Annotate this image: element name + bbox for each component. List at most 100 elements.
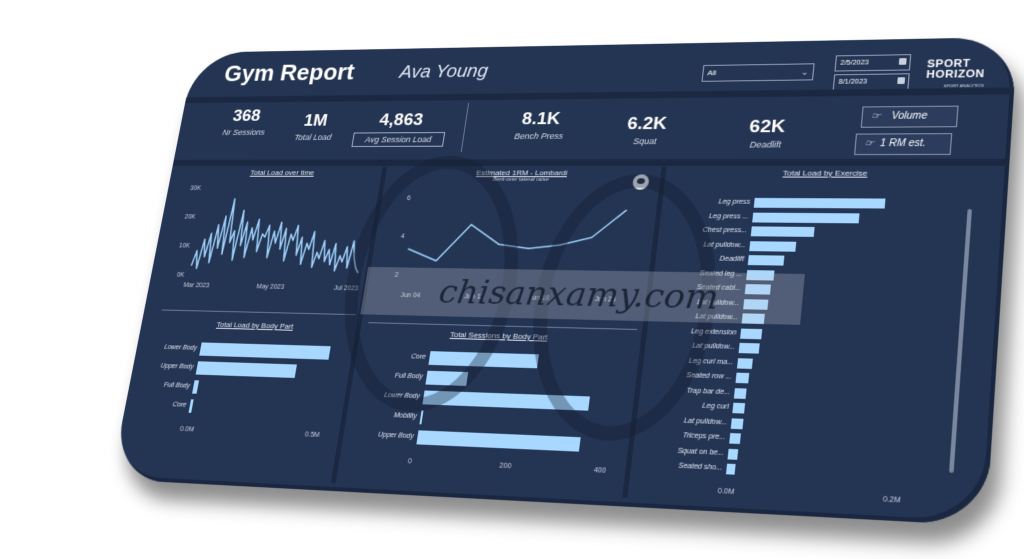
bar[interactable] [747, 255, 785, 266]
date-from-input[interactable]: 2/5/2023 [834, 54, 912, 72]
bar-row[interactable]: Deadlift [665, 254, 953, 268]
date-from-value: 2/5/2023 [840, 59, 870, 67]
bar[interactable] [416, 430, 581, 452]
bar[interactable] [744, 284, 771, 295]
bar-row[interactable]: Lat pulldow... [660, 297, 950, 313]
bar[interactable] [428, 351, 540, 369]
header: Gym Report Ava Young All ⌄ 2/5/2023 8/1/… [212, 43, 1017, 95]
bar-row[interactable]: Full Body [359, 369, 632, 392]
bar-row[interactable]: Core [362, 349, 634, 371]
kpi-divider [460, 102, 470, 153]
user-name: Ava Young [398, 61, 490, 83]
bar[interactable] [732, 402, 745, 414]
bar[interactable] [729, 433, 741, 444]
bar-label: Upper Body [159, 362, 195, 371]
volume-toggle-button[interactable]: ☞ Volume [860, 105, 959, 128]
total-load-over-time-panel: Total Load over time 0K 10K 20K 30K Mar 2023… [163, 169, 380, 309]
bar-label: Deadlift [719, 255, 745, 264]
kpi-squat: 6.2K Squat [605, 114, 688, 146]
total-load-by-exercise-panel: Total Load by Exercise Leg press Leg pres… [638, 169, 982, 518]
y-tick-label: 10K [178, 243, 190, 250]
kpi-value: 4,863 [377, 110, 425, 130]
bar-label: Squat on be... [677, 447, 725, 457]
total-load-by-body-part-chart[interactable]: Lower Body Upper Body Full Body Core 0.0M 0.5… [132, 332, 352, 475]
bar[interactable] [740, 328, 763, 339]
bar[interactable] [188, 399, 194, 413]
bar-label: Seated sho... [677, 462, 723, 472]
kpi-label: Deadlift [749, 139, 782, 150]
bar-label: Lat pulldow... [691, 342, 736, 351]
x-tick-label: Jun 25 [594, 296, 616, 304]
page-title: Gym Report [222, 58, 357, 87]
bar-label: Leg extension [690, 327, 737, 337]
kpi-sessions: 368 Nr Sessions [213, 107, 279, 137]
bar[interactable] [725, 463, 736, 475]
bar-row[interactable]: Seated leg ... [664, 268, 952, 283]
bar-row[interactable]: Lower Body [153, 341, 350, 360]
kpi-value: 6.2K [625, 113, 669, 134]
bar-row[interactable]: Upper Body [150, 360, 348, 380]
total-load-over-time-chart[interactable]: 0K 10K 20K 30K Mar 2023 May 2023 Jul 2023 [164, 177, 378, 304]
series-line [191, 199, 370, 273]
y-tick-label: 6 [406, 195, 411, 202]
bar[interactable] [741, 313, 765, 325]
total-sessions-by-body-part-chart[interactable]: Core Full Body Lower Body Mobility Upper Bod… [342, 341, 635, 498]
bar[interactable] [749, 240, 796, 252]
bar-row[interactable]: Full Body [146, 379, 344, 400]
bar-row[interactable]: Lat pulldow... [667, 240, 954, 253]
sport-horizon-logo: SPORT HORIZON SPORT ANALYTICS [925, 58, 986, 92]
bar-row[interactable]: Lat pulldow... [659, 311, 949, 328]
bar[interactable] [195, 361, 298, 378]
bar-label: Trap bar de... [686, 387, 731, 396]
kpi-label: Total Load [293, 132, 333, 142]
total-load-by-exercise-chart[interactable]: Leg press Leg press ... Chest press... Lat … [638, 184, 958, 512]
bar-row[interactable]: Leg press [672, 197, 957, 209]
exercise-filter-dropdown[interactable]: All ⌄ [701, 63, 815, 82]
bar[interactable] [750, 226, 815, 237]
bar-label: Core [172, 401, 187, 409]
bar-label: Mobility [393, 412, 418, 421]
bar-label: Full Body [394, 372, 424, 381]
estimated-1rm-chart[interactable]: 2 4 6 Jun 04 Jun 11 Jun 18 Jun 25 [370, 182, 654, 316]
kpi-divider-band [172, 158, 1010, 166]
bar[interactable] [733, 387, 747, 399]
bar[interactable] [735, 372, 750, 384]
y-tick-label: 20K [184, 214, 196, 221]
bar[interactable] [730, 417, 744, 429]
bar[interactable] [753, 197, 886, 209]
y-tick-label: 4 [400, 233, 405, 240]
calendar-icon[interactable] [897, 77, 906, 85]
x-tick-label: Jul 2023 [333, 285, 359, 292]
bar[interactable] [422, 390, 591, 411]
filter-selected-value: All [707, 68, 717, 78]
bar[interactable] [419, 410, 423, 425]
calendar-icon[interactable] [898, 58, 907, 65]
total-load-by-body-part-panel: Total Load by Body Part Lower Body Upper … [131, 319, 354, 481]
bar[interactable] [425, 370, 469, 386]
one-rm-toggle-button[interactable]: ☞ 1 RM est. [854, 133, 953, 156]
bar[interactable] [727, 448, 739, 460]
dashboard-card: Gym Report Ava Young All ⌄ 2/5/2023 8/1/… [110, 36, 1018, 526]
bar[interactable] [752, 212, 860, 223]
bar-row[interactable]: Chest press... [669, 226, 956, 239]
bar[interactable] [743, 298, 768, 310]
bar-row[interactable]: Upper Body [349, 427, 624, 453]
bar[interactable] [738, 342, 760, 354]
bar[interactable] [199, 342, 331, 360]
toggle-label: 1 RM est. [879, 138, 927, 150]
bar-label: Seated leg ... [699, 269, 743, 278]
y-tick-label: 0K [176, 272, 185, 279]
bar-row[interactable]: Leg press ... [670, 212, 956, 224]
bar-row[interactable]: Seated cabl... [662, 283, 951, 299]
x-tick-label: 0.0M [717, 487, 735, 496]
x-tick-label: Mar 2023 [183, 282, 210, 289]
bar[interactable] [192, 380, 200, 394]
kpi-avg-session-load[interactable]: 4,863 Avg Session Load [351, 110, 448, 147]
bar[interactable] [746, 269, 775, 281]
x-tick-label: Jun 11 [464, 293, 485, 300]
kpi-value: 368 [231, 106, 263, 126]
bar[interactable] [737, 357, 754, 369]
bar-label: Lower Body [163, 344, 198, 352]
bar-row[interactable]: Core [142, 398, 341, 419]
x-tick-label: 0.5M [304, 431, 321, 439]
